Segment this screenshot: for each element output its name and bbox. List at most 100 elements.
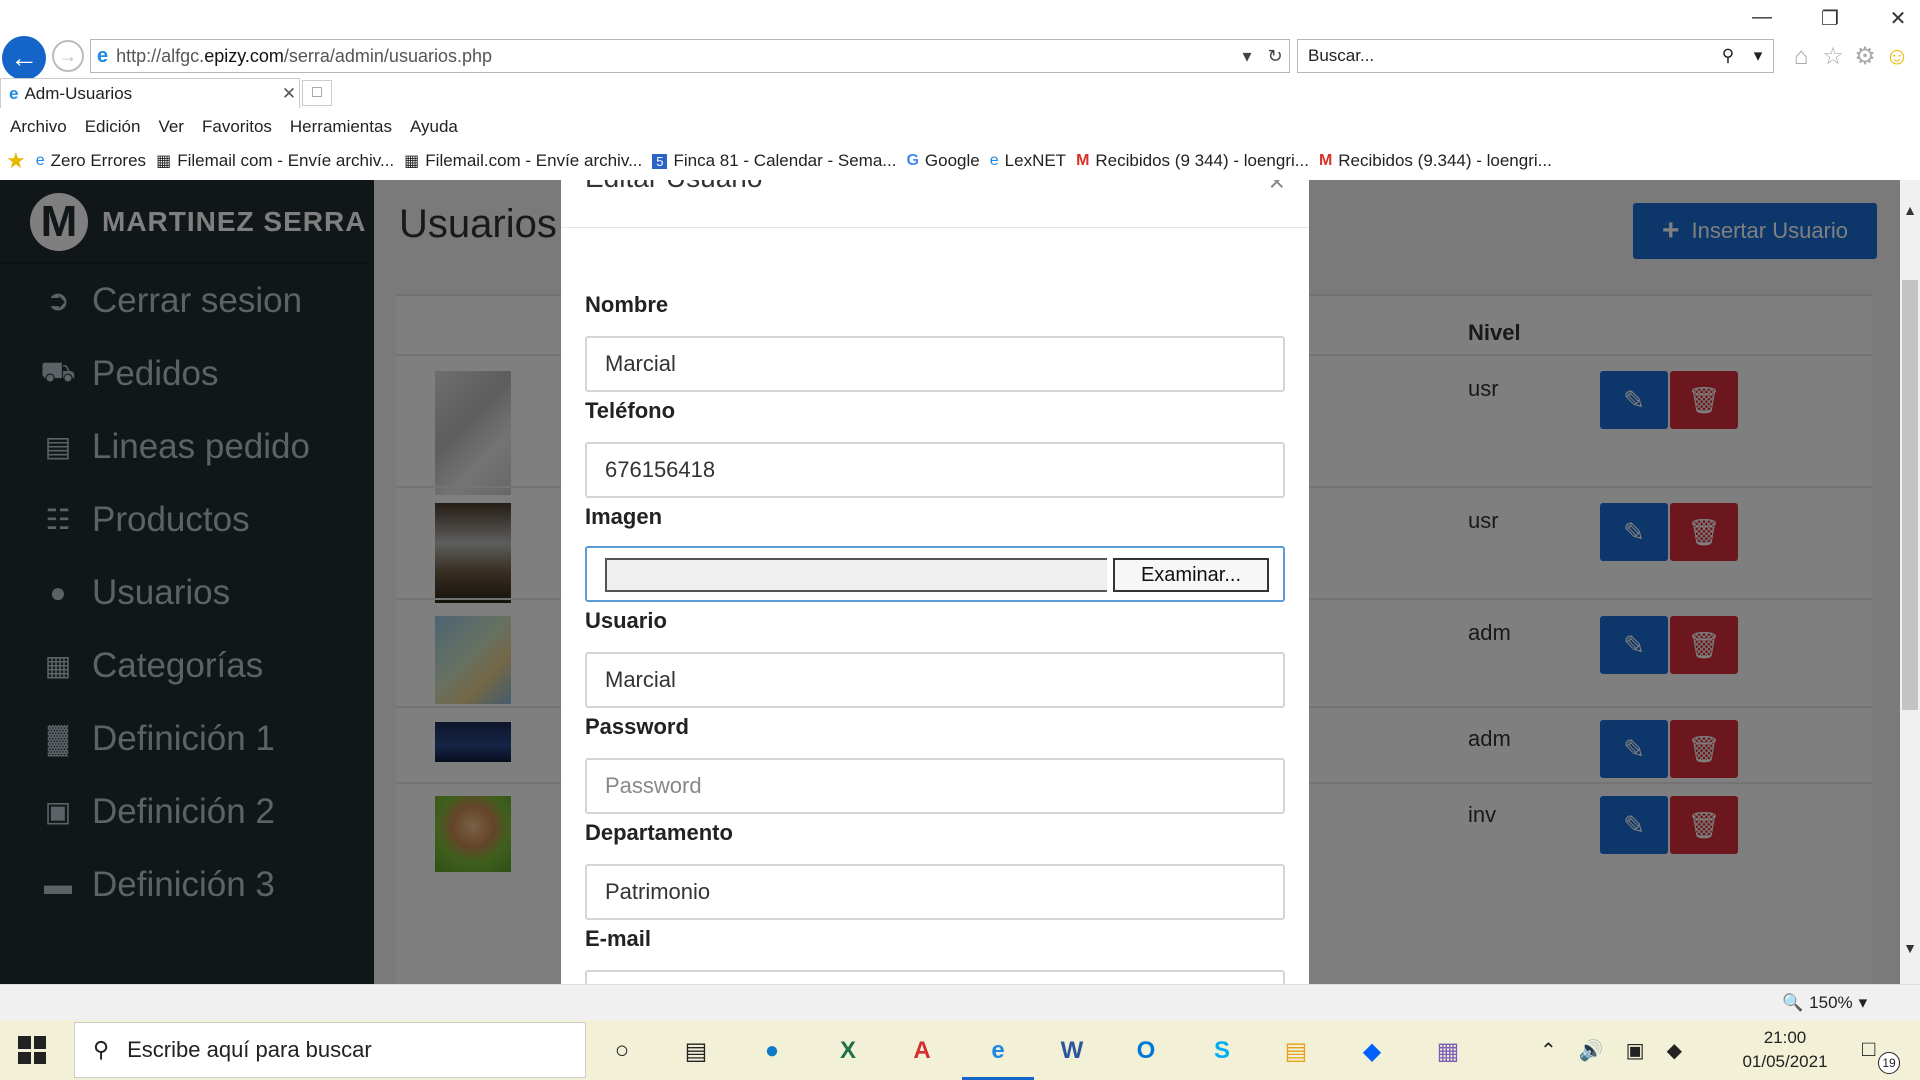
favorite-item[interactable]: ▦ Filemail com - Envíe archiv... — [156, 151, 394, 171]
gmail-icon: M — [1318, 152, 1333, 169]
taskbar-search[interactable]: ⚲ Escribe aquí para buscar — [74, 1022, 586, 1078]
favorite-item[interactable]: ▦ Filemail.com - Envíe archiv... — [404, 151, 642, 171]
skype-icon[interactable]: S — [1198, 1028, 1246, 1074]
favorites-star-icon[interactable]: ★ — [6, 148, 26, 174]
tab-row: e Adm-Usuarios ✕ □ — [0, 78, 1920, 108]
filemail-icon: ▦ — [404, 153, 420, 170]
menu-favoritos[interactable]: Favoritos — [202, 117, 272, 137]
windows-start-button[interactable] — [18, 1036, 46, 1064]
dropdown-icon[interactable]: ▾ — [1859, 993, 1868, 1013]
search-icon[interactable]: ⚲ — [1713, 46, 1743, 66]
menu-ver[interactable]: Ver — [158, 117, 184, 137]
email-field[interactable] — [585, 970, 1285, 984]
browse-button[interactable]: Examinar... — [1113, 558, 1269, 592]
browser-status-bar: 🔍 150% ▾ — [0, 984, 1920, 1020]
ie-icon: e — [9, 83, 19, 103]
restore-icon[interactable]: ❐ — [1818, 6, 1842, 31]
browser-chrome: ← → e http://alfgc.epizy.com/serra/admin… — [0, 0, 1920, 180]
dropdown-icon[interactable]: ▾ — [1233, 46, 1261, 67]
tab-adm-usuarios[interactable]: e Adm-Usuarios ✕ — [0, 78, 300, 108]
password-label: Password — [585, 714, 689, 739]
menu-ayuda[interactable]: Ayuda — [410, 117, 458, 137]
cortana-icon[interactable]: ○ — [598, 1028, 646, 1074]
file-explorer-icon[interactable]: ▤ — [1272, 1028, 1320, 1074]
minimize-icon[interactable]: — — [1750, 6, 1774, 31]
dropdown-icon[interactable]: ▾ — [1743, 46, 1773, 66]
filemail-icon: ▦ — [156, 153, 172, 170]
dropbox-icon[interactable]: ◆ — [1348, 1028, 1396, 1074]
meet-now-icon[interactable]: ▣ — [1626, 1038, 1645, 1063]
browser-search-box[interactable]: Buscar... ⚲ ▾ — [1297, 39, 1774, 73]
menu-edicion[interactable]: Edición — [85, 117, 141, 137]
scroll-up-icon[interactable]: ▲ — [1900, 202, 1920, 218]
zoom-icon: 🔍 — [1782, 993, 1804, 1012]
departamento-field[interactable] — [585, 864, 1285, 920]
window-controls: — ❐ ✕ — [1750, 6, 1910, 31]
modal-title: Editar Usuario — [585, 180, 762, 194]
outlook-icon[interactable]: O — [1122, 1028, 1170, 1074]
address-url: http://alfgc.epizy.com/serra/admin/usuar… — [116, 45, 492, 66]
scrollbar-thumb[interactable] — [1902, 280, 1918, 710]
home-icon[interactable]: ⌂ — [1786, 42, 1816, 72]
task-view-icon[interactable]: ▤ — [672, 1028, 720, 1074]
modal-close-button[interactable]: × — [1269, 180, 1285, 198]
menu-archivo[interactable]: Archivo — [10, 117, 67, 137]
star-icon[interactable]: ☆ — [1818, 42, 1848, 72]
departamento-label: Departamento — [585, 820, 733, 845]
chevron-up-icon[interactable]: ⌃ — [1540, 1038, 1557, 1063]
clock-time: 21:00 — [1763, 1028, 1807, 1047]
vertical-scrollbar[interactable]: ▲ ▼ — [1900, 180, 1920, 984]
notification-icon[interactable]: □ — [1862, 1036, 1875, 1062]
nombre-field[interactable] — [585, 336, 1285, 392]
ie-icon: e — [35, 152, 45, 169]
favorite-item[interactable]: M Recibidos (9.344) - loengri... — [1319, 151, 1552, 171]
word-icon[interactable]: W — [1048, 1028, 1096, 1074]
clock-date: 01/05/2021 — [1742, 1052, 1828, 1071]
close-icon[interactable]: ✕ — [279, 84, 299, 104]
favorite-item[interactable]: M Recibidos (9 344) - loengri... — [1076, 151, 1309, 171]
forward-button[interactable]: → — [52, 40, 84, 72]
favorite-item[interactable]: e LexNET — [990, 151, 1066, 171]
acrobat-icon[interactable]: A — [898, 1028, 946, 1074]
back-button[interactable]: ← — [2, 36, 46, 80]
imagen-file-input[interactable]: Examinar... — [585, 546, 1285, 602]
usuario-field[interactable] — [585, 652, 1285, 708]
refresh-icon[interactable]: ↻ — [1261, 46, 1289, 67]
windows-taskbar: ⚲ Escribe aquí para buscar ○ ▤ ● X A e W… — [0, 1020, 1920, 1080]
notification-count-badge: 19 — [1878, 1052, 1900, 1074]
close-icon[interactable]: ✕ — [1886, 6, 1910, 31]
telefono-field[interactable] — [585, 442, 1285, 498]
new-tab-button[interactable]: □ — [302, 80, 332, 106]
internet-explorer-icon[interactable]: e — [974, 1028, 1022, 1074]
favorite-item[interactable]: 5 Finca 81 - Calendar - Sema... — [652, 151, 896, 171]
edit-user-modal: Editar Usuario × Nombre Teléfono Imagen … — [561, 180, 1309, 984]
smiley-icon[interactable]: ☺ — [1882, 42, 1912, 72]
nombre-label: Nombre — [585, 292, 669, 317]
favorite-item[interactable]: G Google — [906, 151, 979, 171]
volume-icon[interactable]: 🔊 — [1579, 1038, 1604, 1063]
excel-icon[interactable]: X — [824, 1028, 872, 1074]
search-icon: ⚲ — [93, 1037, 110, 1062]
edge-icon[interactable]: ● — [748, 1028, 796, 1074]
address-bar[interactable]: e http://alfgc.epizy.com/serra/admin/usu… — [90, 39, 1290, 73]
taskbar-clock[interactable]: 21:00 01/05/2021 — [1730, 1026, 1840, 1074]
usuario-label: Usuario — [585, 608, 667, 633]
app-icon[interactable]: ▦ — [1424, 1028, 1472, 1074]
password-field[interactable] — [585, 758, 1285, 814]
arrow-right-icon: → — [59, 45, 77, 66]
zoom-control[interactable]: 🔍 150% ▾ — [1782, 993, 1867, 1013]
taskbar-search-placeholder: Escribe aquí para buscar — [127, 1037, 372, 1062]
gear-icon[interactable]: ⚙ — [1850, 42, 1880, 72]
menu-bar: Archivo Edición Ver Favoritos Herramient… — [0, 112, 1920, 142]
web-page: M MARTINEZ SERRA ➲Cerrar sesion ⛟Pedidos… — [0, 180, 1900, 984]
email-label: E-mail — [585, 926, 652, 951]
file-path-field[interactable] — [605, 558, 1107, 592]
new-tab-icon: □ — [312, 84, 322, 101]
menu-herramientas[interactable]: Herramientas — [290, 117, 392, 137]
calendar-icon: 5 — [652, 153, 668, 169]
dropbox-tray-icon[interactable]: ◆ — [1667, 1038, 1682, 1063]
system-tray: ⌃ 🔊 ▣ ◆ — [1540, 1020, 1682, 1080]
favorite-item[interactable]: e Zero Errores — [36, 151, 146, 171]
favorites-bar: ★ e Zero Errores ▦ Filemail com - Envíe ar… — [0, 146, 1920, 176]
scroll-down-icon[interactable]: ▼ — [1900, 940, 1920, 956]
